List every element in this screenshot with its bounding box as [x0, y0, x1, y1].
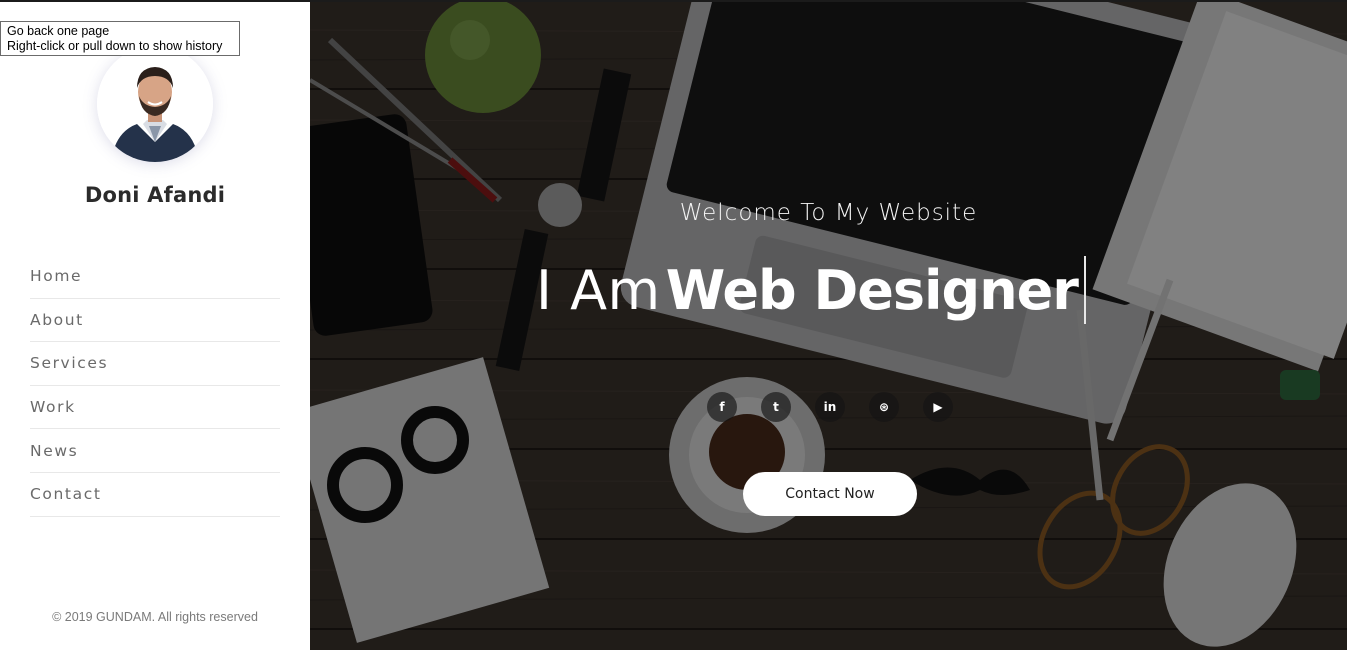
- nav-item-services[interactable]: Services: [30, 342, 280, 386]
- nav-item-label[interactable]: Work: [30, 398, 76, 416]
- hero-section: Welcome To My Website I Am Web Designer …: [310, 0, 1347, 650]
- top-border: [0, 0, 1347, 2]
- tooltip-line-1: Go back one page: [7, 24, 110, 38]
- nav-item-label[interactable]: News: [30, 442, 78, 460]
- tooltip-line-2: Right-click or pull down to show history: [7, 39, 223, 53]
- page: Go back one page Right-click or pull dow…: [0, 0, 1347, 650]
- copyright-text: © 2019 GUNDAM. All rights reserved: [52, 610, 258, 624]
- back-button-tooltip: Go back one page Right-click or pull dow…: [0, 21, 240, 56]
- nav-item-contact[interactable]: Contact: [30, 473, 280, 517]
- twitter-icon[interactable]: t: [761, 392, 791, 422]
- nav-item-label[interactable]: Home: [30, 267, 82, 285]
- main-nav: Home About Services Work News Contact: [30, 255, 280, 517]
- nav-item-label[interactable]: Contact: [30, 485, 102, 503]
- contact-now-button[interactable]: Contact Now: [743, 472, 917, 516]
- avatar: [97, 46, 213, 162]
- sidebar: Go back one page Right-click or pull dow…: [0, 0, 310, 650]
- typing-cursor: [1083, 256, 1086, 324]
- nav-item-home[interactable]: Home: [30, 255, 280, 299]
- welcome-text: Welcome To My Website: [679, 200, 978, 226]
- profile-name: Doni Afandi: [84, 183, 226, 207]
- linkedin-icon[interactable]: in: [815, 392, 845, 422]
- nav-item-label[interactable]: Services: [30, 354, 108, 372]
- nav-item-about[interactable]: About: [30, 299, 280, 343]
- nav-item-work[interactable]: Work: [30, 386, 280, 430]
- nav-item-news[interactable]: News: [30, 429, 280, 473]
- dribbble-icon[interactable]: ⊛: [869, 392, 899, 422]
- nav-item-label[interactable]: About: [30, 311, 84, 329]
- facebook-icon[interactable]: f: [707, 392, 737, 422]
- headline-prefix: I Am: [536, 259, 661, 322]
- social-links: f t in ⊛ ▶: [707, 392, 953, 422]
- youtube-icon[interactable]: ▶: [923, 392, 953, 422]
- headline-role: Web Designer: [665, 259, 1079, 322]
- hero-headline: I Am Web Designer: [536, 256, 1086, 326]
